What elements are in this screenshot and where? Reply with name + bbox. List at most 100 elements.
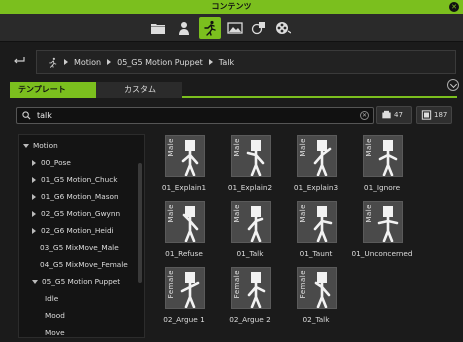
tree-item-label: Mood	[45, 311, 65, 320]
puppet-figure-icon	[246, 140, 265, 176]
motion-thumbnail[interactable]: Male	[363, 135, 403, 177]
puppet-figure-icon	[247, 206, 264, 242]
tree-item[interactable]: Mood	[19, 307, 137, 324]
tree-item[interactable]: 02_G5 Motion_Gwynn	[19, 205, 137, 222]
template-count-badge[interactable]: 47	[376, 106, 412, 124]
gender-label: Female	[233, 270, 241, 299]
motion-thumbnail[interactable]: Male	[231, 201, 271, 243]
tree-item-label: 03_G5 MixMove_Male	[40, 243, 119, 252]
motion-thumbnail[interactable]: Female	[297, 267, 337, 309]
puppet-figure-icon	[313, 206, 333, 242]
tree-item[interactable]: 02_G6 Motion_Heidi	[19, 222, 137, 239]
collapse-chevron-icon[interactable]	[447, 79, 459, 91]
template-count-icon	[382, 110, 391, 119]
window-titlebar: コンテンツ ✕	[0, 0, 463, 14]
clear-search-icon[interactable]: ✕	[360, 111, 369, 120]
tab-template[interactable]: テンプレート	[10, 82, 96, 98]
motion-item[interactable]: Male 01_Explain2	[218, 135, 282, 197]
motion-thumbnail[interactable]: Female	[231, 267, 271, 309]
tree-item-label: 05_G5 Motion Puppet	[42, 277, 121, 286]
puppet-figure-icon	[180, 272, 200, 308]
motion-item-label: 02_Talk	[302, 315, 330, 324]
tree-item[interactable]: Idle	[19, 290, 137, 307]
item-count-badge[interactable]: 187	[416, 106, 452, 124]
puppet-figure-icon	[377, 206, 399, 242]
motion-thumbnail[interactable]: Male	[363, 201, 403, 243]
motion-item[interactable]: Male 01_Ignore	[350, 135, 414, 197]
tree-label: Motion	[33, 141, 58, 150]
motion-tab-button[interactable]	[199, 17, 221, 39]
breadcrumb-item-motion[interactable]: Motion	[74, 58, 101, 67]
gender-label: Male	[233, 204, 241, 223]
movie-tab-button[interactable]	[272, 17, 294, 39]
tree-item[interactable]: 05_G5 Motion Puppet	[19, 273, 137, 290]
close-icon[interactable]: ✕	[449, 2, 459, 12]
search-input[interactable]	[37, 109, 357, 122]
chevron-right-icon[interactable]	[32, 177, 36, 183]
motion-thumbnail[interactable]: Female	[165, 267, 205, 309]
tree-item-label: Move	[45, 328, 65, 337]
tree-item[interactable]: Move	[19, 324, 137, 337]
running-figure-icon	[204, 20, 216, 36]
motion-item[interactable]: Male 01_Refuse	[152, 201, 216, 263]
running-figure-icon	[49, 57, 57, 68]
item-count-value: 187	[434, 111, 448, 119]
tree-item[interactable]: 04_G5 MixMove_Female	[19, 256, 137, 273]
tree-item[interactable]: 01_G6 Motion_Mason	[19, 188, 137, 205]
tree-item[interactable]: 03_G5 MixMove_Male	[19, 239, 137, 256]
motion-thumbnail[interactable]: Male	[297, 201, 337, 243]
motion-item[interactable]: Male 01_Talk	[218, 201, 282, 263]
image-tab-button[interactable]	[224, 17, 246, 39]
tree-item[interactable]: 00_Pose	[19, 154, 137, 171]
chevron-right-icon[interactable]	[32, 160, 36, 166]
motion-item-label: 01_Talk	[236, 249, 264, 258]
motion-grid: Male 01_Explain1 Male 01_Explain2 Male 01_Exp…	[150, 134, 457, 338]
chevron-right-icon[interactable]	[32, 211, 36, 217]
motion-item[interactable]: Male 01_Taunt	[284, 201, 348, 263]
gender-label: Male	[299, 138, 307, 157]
gender-label: Female	[299, 270, 307, 299]
tab-custom[interactable]: カスタム	[96, 82, 182, 98]
tree-item[interactable]: 01_G5 Motion_Chuck	[19, 171, 137, 188]
motion-item-label: 01_Explain3	[293, 183, 339, 192]
person-icon	[179, 22, 189, 35]
motion-item[interactable]: Male 01_Explain3	[284, 135, 348, 197]
motion-item-label: 01_Refuse	[165, 249, 203, 258]
breadcrumb-item-talk[interactable]: Talk	[219, 58, 234, 67]
movie-reel-icon	[276, 22, 291, 34]
breadcrumb-separator-icon	[64, 59, 68, 65]
image-icon	[227, 22, 243, 34]
search-icon	[22, 111, 31, 120]
puppet-figure-icon	[313, 140, 332, 176]
folder-tab-button[interactable]	[147, 17, 169, 39]
motion-item-label: 01_Ignore	[363, 183, 401, 192]
tree-item-label: 02_G5 Motion_Gwynn	[41, 209, 121, 218]
tree-root-motion[interactable]: Motion	[19, 137, 137, 154]
motion-item[interactable]: Male 01_Unconcerned	[350, 201, 414, 263]
chevron-down-icon[interactable]	[32, 280, 38, 284]
puppet-figure-icon	[181, 140, 199, 176]
motion-item-label: 02_Argue 2	[229, 315, 271, 324]
puppet-figure-icon	[314, 272, 331, 308]
content-type-toolbar	[0, 14, 463, 42]
motion-item[interactable]: Female 02_Argue 2	[218, 267, 282, 329]
breadcrumb-item-puppet[interactable]: 05_G5 Motion Puppet	[117, 58, 203, 67]
gender-label: Female	[167, 270, 175, 299]
motion-item[interactable]: Female 02_Argue 1	[152, 267, 216, 329]
breadcrumb: Motion 05_G5 Motion Puppet Talk	[36, 50, 456, 74]
motion-thumbnail[interactable]: Male	[165, 135, 205, 177]
chevron-right-icon[interactable]	[32, 228, 36, 234]
tree-scrollbar[interactable]	[138, 163, 142, 283]
props-tab-button[interactable]	[248, 17, 270, 39]
motion-item-label: 02_Argue 1	[163, 315, 205, 324]
back-arrow-icon[interactable]	[12, 54, 26, 68]
motion-thumbnail[interactable]: Male	[165, 201, 205, 243]
motion-item[interactable]: Female 02_Talk	[284, 267, 348, 329]
chevron-right-icon[interactable]	[32, 194, 36, 200]
breadcrumb-separator-icon	[208, 59, 213, 65]
motion-thumbnail[interactable]: Male	[297, 135, 337, 177]
avatar-tab-button[interactable]	[173, 17, 195, 39]
motion-thumbnail[interactable]: Male	[231, 135, 271, 177]
breadcrumb-separator-icon	[107, 59, 112, 65]
motion-item[interactable]: Male 01_Explain1	[152, 135, 216, 197]
